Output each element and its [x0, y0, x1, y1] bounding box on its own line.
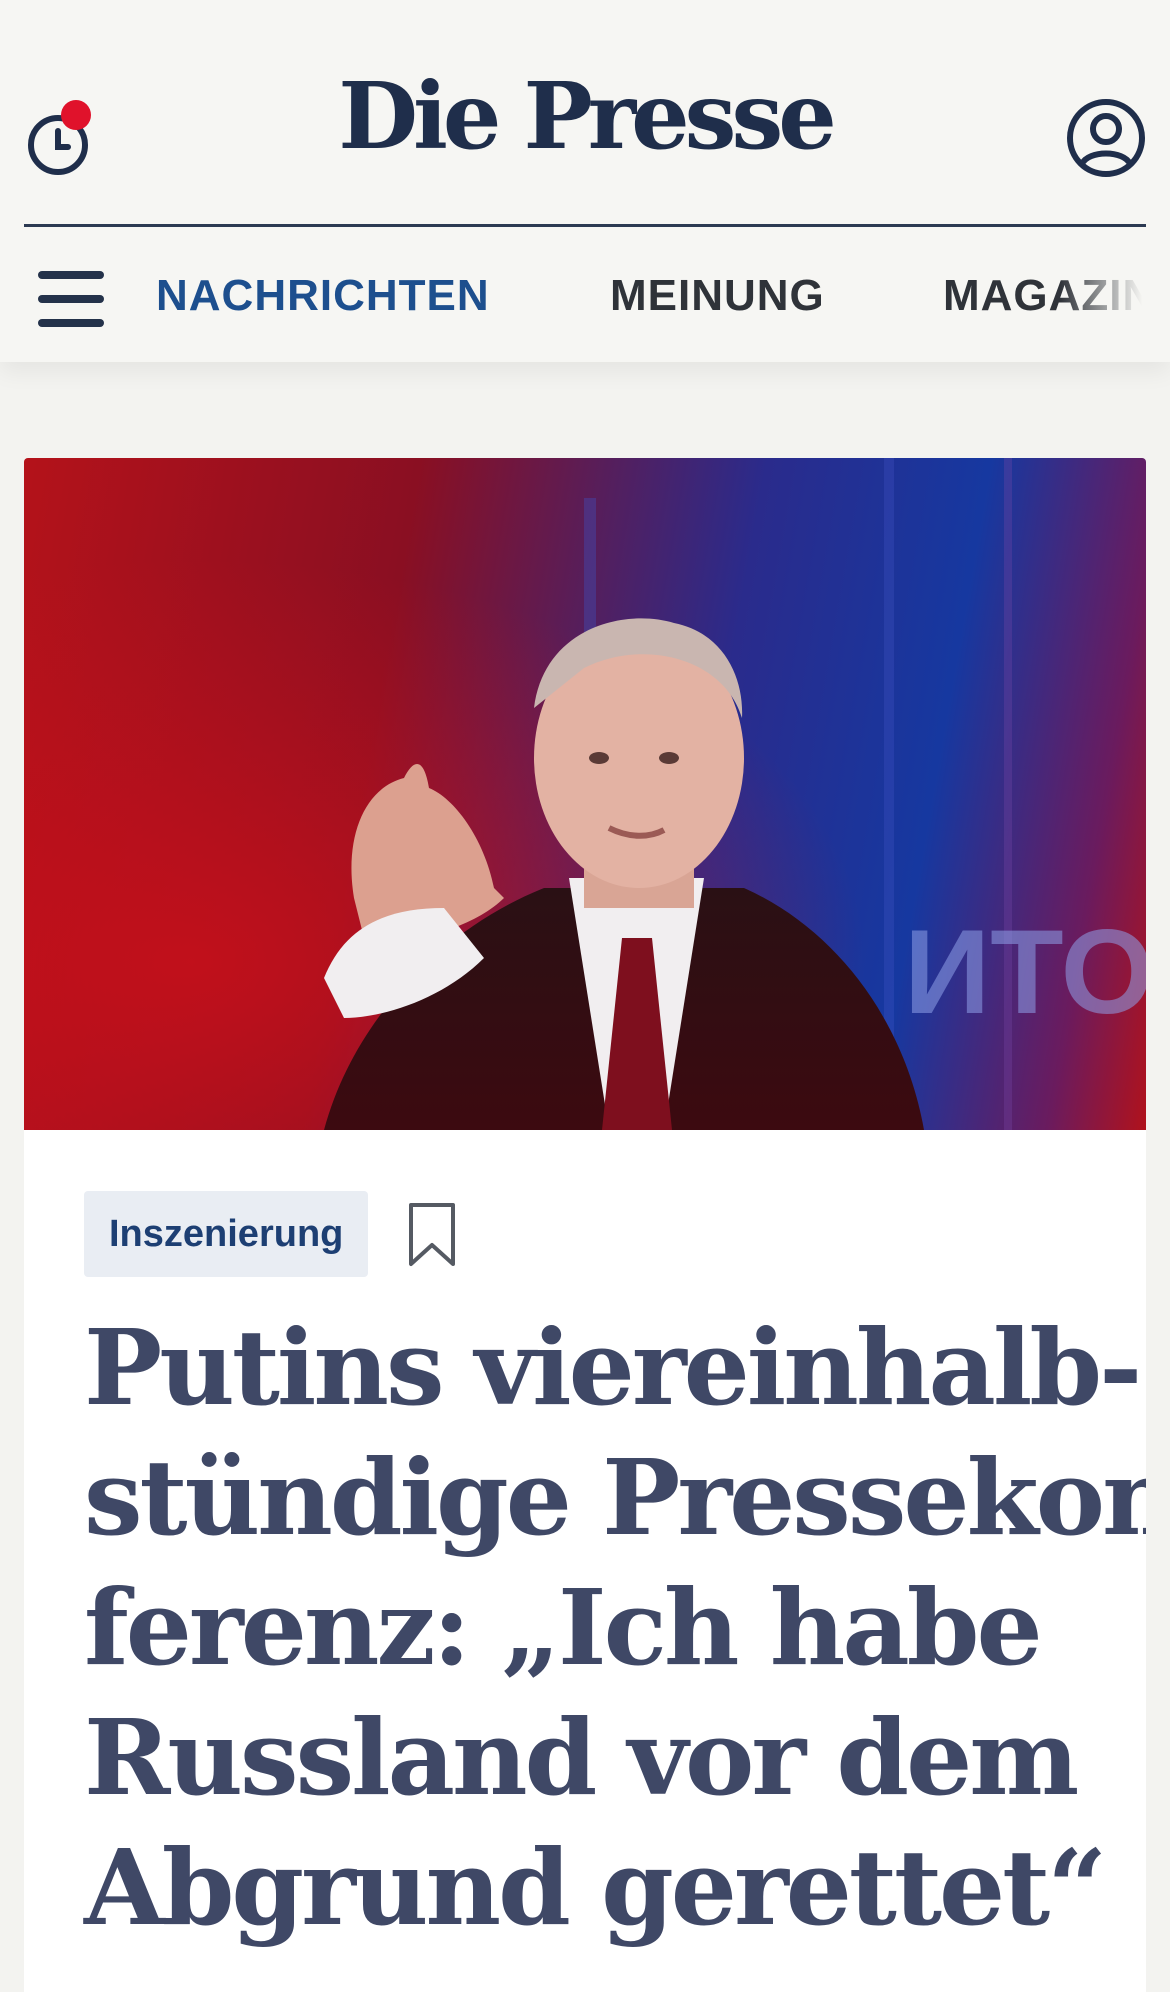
page: Die Presse NACHRICHTEN MEINUNG MAGAZIN И…	[0, 0, 1170, 1992]
headline-line: Putins viereinhalb-	[84, 1306, 1142, 1429]
site-header: Die Presse NACHRICHTEN MEINUNG MAGAZIN	[0, 0, 1170, 362]
nav-item-meinung[interactable]: MEINUNG	[610, 271, 825, 321]
hero-photo-illustration: ИТО	[24, 458, 1146, 1130]
hamburger-menu-button[interactable]	[38, 271, 106, 329]
article-hero-image[interactable]: ИТО	[24, 458, 1146, 1130]
bookmark-icon	[409, 1203, 455, 1266]
site-logo[interactable]: Die Presse	[0, 70, 1170, 162]
headline-line: stündige Pressekon-	[84, 1436, 1146, 1559]
headline-line: Russland vor dem	[84, 1696, 1079, 1819]
backdrop-text: ИТО	[904, 905, 1146, 1039]
nav-scroll-fade	[1060, 227, 1170, 362]
article-topic-tag[interactable]: Inszenierung	[84, 1191, 369, 1277]
headline-line: ferenz: „Ich habe	[84, 1566, 1043, 1689]
account-button[interactable]	[1064, 96, 1148, 180]
menu-icon-line	[38, 319, 104, 327]
top-bar: Die Presse	[0, 0, 1170, 225]
headline-line: Abgrund gerettet“	[84, 1826, 1107, 1949]
article-headline[interactable]: Putins viereinhalb- stündige Pressekon- …	[84, 1303, 1146, 1953]
main-navigation: NACHRICHTEN MEINUNG MAGAZIN	[0, 227, 1170, 362]
menu-icon-line	[38, 271, 104, 279]
nav-item-nachrichten[interactable]: NACHRICHTEN	[156, 271, 490, 321]
menu-icon-line	[38, 295, 104, 303]
bookmark-button[interactable]	[406, 1201, 458, 1269]
article-card[interactable]: ИТО Inszenierung Putins viereinhalb- stü…	[24, 458, 1146, 1992]
user-account-icon	[1067, 99, 1145, 177]
